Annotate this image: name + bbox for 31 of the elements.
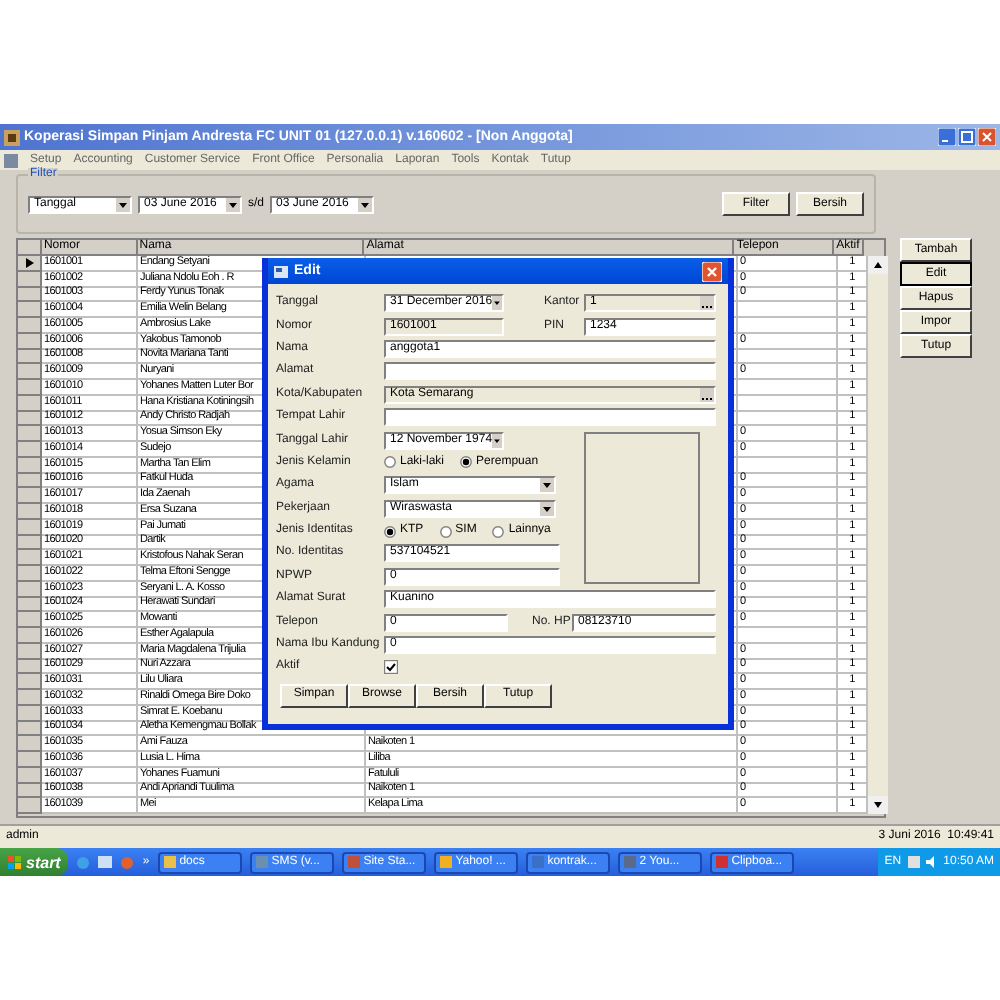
dropdown-arrow-icon <box>358 197 373 211</box>
input-field[interactable] <box>384 362 716 381</box>
vertical-scrollbar[interactable] <box>868 256 888 814</box>
app-icon <box>4 129 20 145</box>
scroll-up-icon[interactable] <box>868 256 888 274</box>
window-icon <box>274 265 288 277</box>
current-row-icon <box>25 257 33 268</box>
ellipsis-icon <box>700 296 714 311</box>
speaker-icon[interactable] <box>925 856 938 868</box>
start-button[interactable]: start <box>0 848 69 876</box>
menu-app-icon <box>4 153 18 167</box>
close-icon[interactable] <box>978 128 996 146</box>
dropdown-arrow-icon <box>226 197 240 211</box>
ellipsis-icon <box>700 387 714 402</box>
input-field[interactable] <box>384 408 716 427</box>
dropdown-arrow-icon <box>116 197 130 211</box>
minimize-icon[interactable] <box>938 128 956 146</box>
media-icon[interactable] <box>120 855 135 869</box>
checkbox[interactable] <box>384 660 398 675</box>
dropdown-arrow-icon <box>492 296 502 311</box>
scroll-down-icon[interactable] <box>868 796 888 814</box>
windows-logo-icon <box>8 855 22 869</box>
dropdown-arrow-icon <box>540 501 554 516</box>
tray-icon[interactable] <box>907 856 920 868</box>
row-indicator[interactable] <box>18 256 42 272</box>
browser-icon[interactable] <box>76 855 91 869</box>
close-icon[interactable] <box>702 261 722 281</box>
dropdown-arrow-icon <box>540 478 554 493</box>
dropdown-arrow-icon <box>492 433 502 448</box>
maximize-icon[interactable] <box>958 128 976 146</box>
desktop-icon[interactable] <box>98 855 113 869</box>
